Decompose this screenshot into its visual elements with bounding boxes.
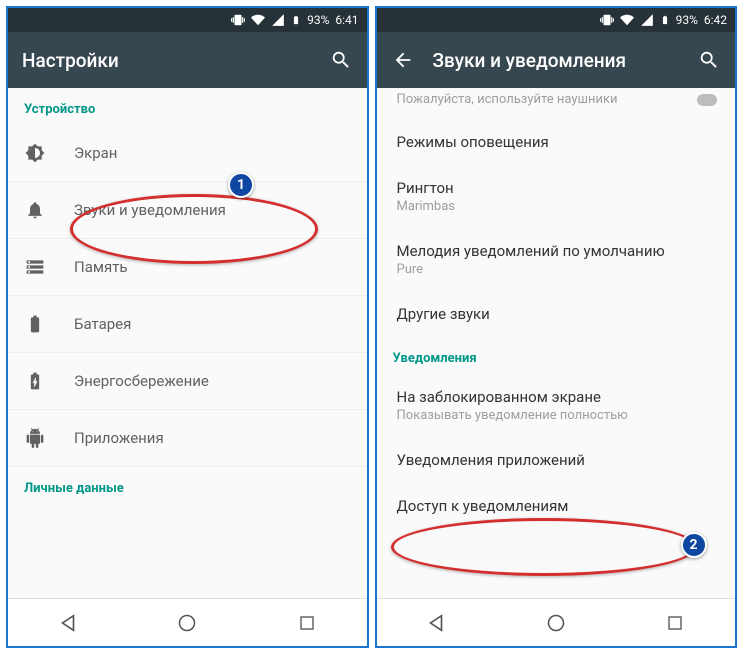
nav-recent[interactable] [661,609,689,637]
display-icon [24,143,46,163]
item-notif-sound[interactable]: Мелодия уведомлений по умолчанию Pure [377,228,736,291]
bell-icon [24,200,46,220]
nav-bar [377,598,736,646]
nav-recent[interactable] [293,609,321,637]
partial-item: Пожалуйста, используйте наушники [377,88,736,119]
callout-badge-1: 1 [228,172,254,198]
item-app-notifications[interactable]: Уведомления приложений [377,437,736,483]
item-label: Режимы оповещения [397,133,716,151]
item-label: Рингтон [397,179,716,197]
toggle-icon[interactable] [697,94,717,106]
section-device: Устройство [8,88,367,125]
item-powersave[interactable]: Энергосбережение [8,353,367,410]
item-ringtone[interactable]: Рингтон Marimbas [377,165,736,228]
signal-icon [640,13,654,27]
battery-icon [660,13,670,27]
nav-back[interactable] [422,609,450,637]
item-label: Батарея [74,315,131,333]
page-title: Звуки и уведомления [433,49,680,72]
status-bar: 93% 6:41 [8,8,367,32]
section-personal: Личные данные [8,467,367,504]
item-notif-access[interactable]: Доступ к уведомлениям [377,483,736,529]
page-title: Настройки [22,49,311,72]
item-label: Память [74,258,128,276]
vibrate-icon [231,13,245,27]
item-value: Показывать уведомление полностью [397,408,716,423]
wifi-icon [620,13,634,27]
app-bar: Настройки [8,32,367,88]
phone-sound-settings: 93% 6:42 Звуки и уведомления Пожалуйста,… [375,6,738,648]
item-lockscreen[interactable]: На заблокированном экране Показывать уве… [377,374,736,437]
nav-back[interactable] [54,609,82,637]
phone-settings: 93% 6:41 Настройки Устройство Экран Звук… [6,6,369,648]
storage-icon [24,257,46,277]
callout-badge-2: 2 [681,532,707,558]
wifi-icon [251,13,265,27]
vibrate-icon [600,13,614,27]
search-button[interactable] [329,48,353,72]
item-value: Pure [397,262,716,277]
app-bar: Звуки и уведомления [377,32,736,88]
item-label: На заблокированном экране [397,388,716,406]
android-icon [24,428,46,448]
item-label: Энергосбережение [74,372,209,390]
battery-percent: 93% [307,13,329,27]
nav-home[interactable] [542,609,570,637]
item-storage[interactable]: Память [8,239,367,296]
nav-bar [8,598,367,646]
item-label: Приложения [74,429,164,447]
item-alert-modes[interactable]: Режимы оповещения [377,119,736,165]
clock: 6:42 [704,13,727,27]
battery-icon [291,13,301,27]
item-value: Marimbas [397,199,716,214]
item-label: Звуки и уведомления [74,201,226,219]
nav-home[interactable] [173,609,201,637]
item-other-sounds[interactable]: Другие звуки [377,291,736,337]
status-bar: 93% 6:42 [377,8,736,32]
clock: 6:41 [335,13,358,27]
section-notifications: Уведомления [377,337,736,374]
item-label: Экран [74,144,117,162]
search-button[interactable] [697,48,721,72]
item-label: Другие звуки [397,305,716,323]
sound-list: Пожалуйста, используйте наушники Режимы … [377,88,736,598]
back-button[interactable] [391,48,415,72]
signal-icon [271,13,285,27]
item-label: Доступ к уведомлениям [397,497,716,515]
item-label: Уведомления приложений [397,451,716,469]
item-battery[interactable]: Батарея [8,296,367,353]
item-sound[interactable]: Звуки и уведомления [8,182,367,239]
item-apps[interactable]: Приложения [8,410,367,467]
item-display[interactable]: Экран [8,125,367,182]
battery-icon [24,314,46,334]
battery-percent: 93% [676,13,698,27]
powersave-icon [24,371,46,391]
item-label: Мелодия уведомлений по умолчанию [397,242,716,260]
settings-list: Устройство Экран Звуки и уведомления Пам… [8,88,367,598]
